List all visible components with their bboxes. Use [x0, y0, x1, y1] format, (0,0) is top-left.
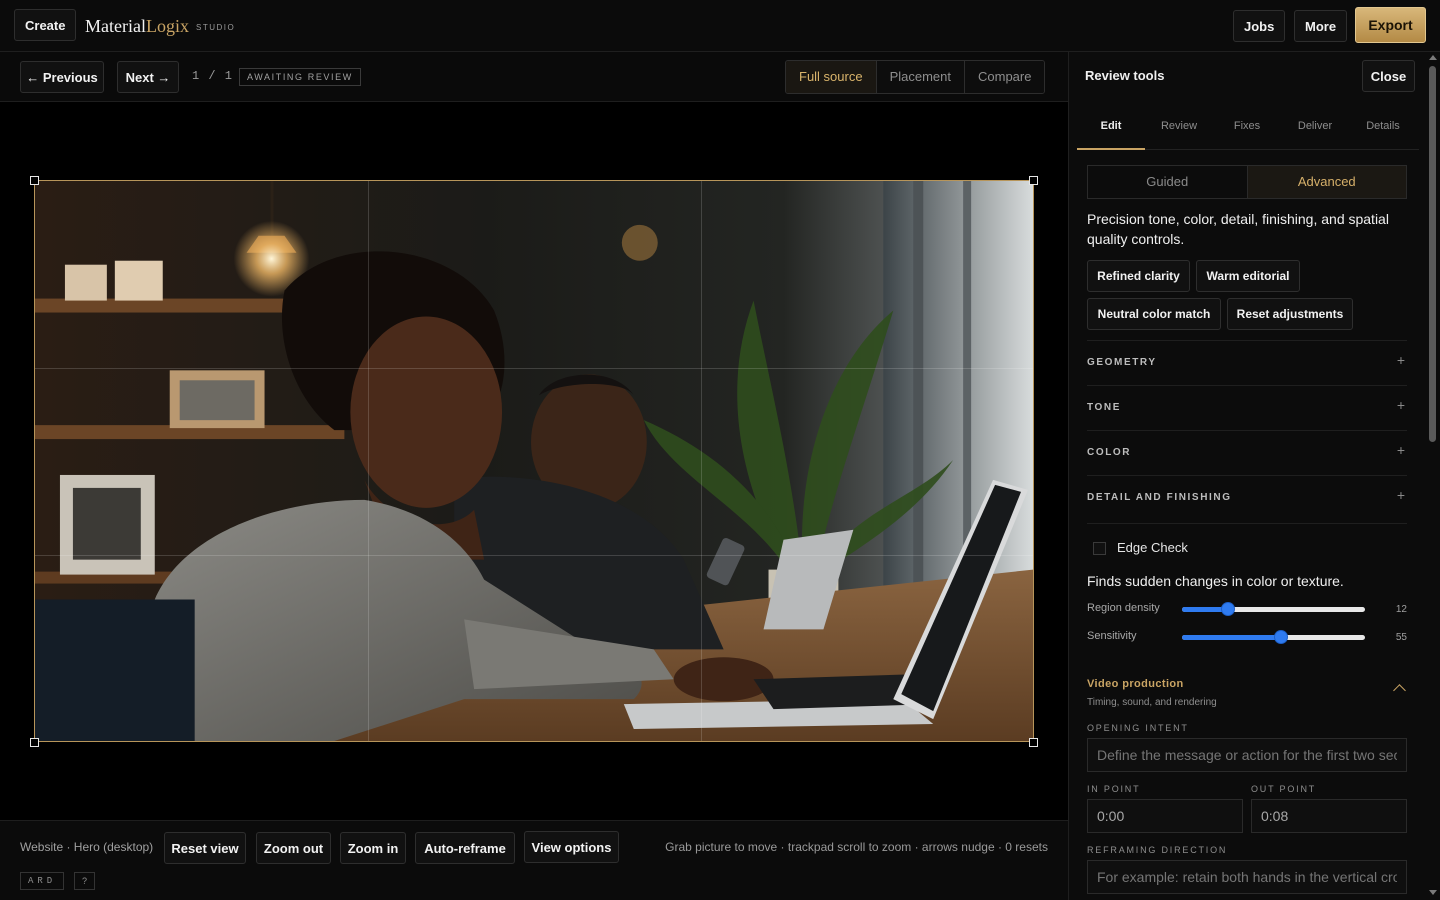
workspace: ← Previous Next → 1 / 1 AWAITING REVIEW … — [0, 52, 1068, 900]
opening-intent-label: OPENING INTENT — [1087, 723, 1189, 733]
brand-name: Material — [85, 16, 146, 36]
reset-view-button[interactable]: Reset view — [164, 832, 246, 864]
reframing-direction-label: REFRAMING DIRECTION — [1087, 845, 1228, 855]
slider-fill — [1182, 635, 1281, 640]
expand-icon: + — [1396, 352, 1405, 368]
section-label: DETAIL AND FINISHING — [1087, 492, 1232, 503]
region-density-slider[interactable] — [1182, 602, 1365, 616]
crop-handle-bottom-left[interactable] — [30, 738, 39, 747]
tab-review[interactable]: Review — [1145, 104, 1213, 149]
panel-title: Review tools — [1085, 68, 1165, 83]
chevron-up-icon[interactable] — [1393, 684, 1406, 697]
tab-placement[interactable]: Placement — [875, 61, 964, 93]
review-tools-panel: Review tools Close Edit Review Fixes Del… — [1068, 52, 1426, 900]
crop-handle-top-right[interactable] — [1029, 176, 1038, 185]
placement-label: Website · Hero (desktop) — [20, 840, 154, 854]
tab-edit[interactable]: Edit — [1077, 104, 1145, 150]
expand-icon: + — [1396, 487, 1405, 503]
mode-advanced[interactable]: Advanced — [1246, 166, 1406, 198]
more-button[interactable]: More — [1294, 10, 1348, 42]
section-color[interactable]: COLOR + — [1087, 430, 1407, 475]
grid-line-vertical — [368, 181, 369, 741]
tab-deliver[interactable]: Deliver — [1281, 104, 1349, 149]
crop-frame[interactable] — [34, 180, 1034, 742]
in-point-input[interactable] — [1087, 799, 1243, 833]
out-point-label: OUT POINT — [1251, 784, 1317, 794]
scrollbar[interactable] — [1426, 52, 1440, 900]
item-counter: 1 / 1 — [192, 69, 234, 83]
opening-intent-input[interactable] — [1087, 738, 1407, 772]
help-button[interactable]: ? — [74, 872, 95, 890]
video-production-title[interactable]: Video production — [1087, 678, 1184, 690]
grid-line-vertical — [701, 181, 702, 741]
edge-check-description: Finds sudden changes in color or texture… — [1087, 573, 1344, 589]
close-button[interactable]: Close — [1362, 60, 1415, 92]
zoom-in-button[interactable]: Zoom in — [340, 832, 406, 864]
section-label: COLOR — [1087, 447, 1132, 458]
crop-handle-bottom-right[interactable] — [1029, 738, 1038, 747]
brand-name-accent: Logix — [145, 16, 189, 36]
region-density-label: Region density — [1087, 602, 1160, 614]
tab-fixes[interactable]: Fixes — [1213, 104, 1281, 149]
status-badge: AWAITING REVIEW — [239, 68, 361, 86]
sensitivity-label: Sensitivity — [1087, 630, 1137, 642]
keyboard-shortcuts[interactable]: ARD — [20, 872, 65, 890]
view-options-button[interactable]: View options — [524, 831, 619, 863]
auto-reframe-button[interactable]: Auto-reframe — [415, 832, 515, 864]
region-density-value: 12 — [1395, 604, 1407, 615]
scrollbar-thumb[interactable] — [1429, 66, 1436, 442]
out-point-input[interactable] — [1251, 799, 1407, 833]
interaction-hint: Grab picture to move · trackpad scroll t… — [665, 840, 1048, 854]
mode-guided[interactable]: Guided — [1088, 166, 1247, 198]
expand-icon: + — [1396, 397, 1405, 413]
export-button[interactable]: Export — [1355, 7, 1426, 43]
brand-logo: MaterialLogix STUDIO — [85, 16, 235, 37]
zoom-out-button[interactable]: Zoom out — [256, 832, 331, 864]
section-detail-and-finishing[interactable]: DETAIL AND FINISHING + — [1087, 475, 1407, 520]
canvas-toolbar: Website · Hero (desktop) Reset view Zoom… — [0, 820, 1068, 900]
section-label: TONE — [1087, 402, 1121, 413]
panel-description: Precision tone, color, detail, finishing… — [1087, 211, 1389, 247]
slider-thumb[interactable] — [1273, 630, 1288, 644]
expand-icon: + — [1396, 442, 1405, 458]
tab-details[interactable]: Details — [1349, 104, 1417, 149]
preset-neutral-color-match-button[interactable]: Neutral color match — [1087, 298, 1221, 330]
slider-thumb[interactable] — [1220, 602, 1235, 616]
section-tone[interactable]: TONE + — [1087, 385, 1407, 430]
panel-tabs: Edit Review Fixes Deliver Details — [1077, 104, 1419, 150]
view-mode-tabs: Full source Placement Compare — [785, 60, 1046, 94]
source-photo[interactable] — [35, 181, 1033, 741]
preset-warm-editorial-button[interactable]: Warm editorial — [1196, 260, 1300, 292]
reset-adjustments-button[interactable]: Reset adjustments — [1227, 298, 1353, 330]
reframing-direction-input[interactable] — [1087, 860, 1407, 894]
jobs-button[interactable]: Jobs — [1233, 10, 1286, 42]
scroll-down-arrow-icon[interactable] — [1429, 890, 1437, 895]
previous-button[interactable]: ← Previous — [20, 61, 104, 93]
crop-handle-top-left[interactable] — [30, 176, 39, 185]
divider — [1087, 523, 1407, 524]
navigation-bar: ← Previous Next → 1 / 1 AWAITING REVIEW … — [0, 52, 1068, 102]
video-production-subtitle: Timing, sound, and rendering — [1087, 697, 1217, 708]
brand-studio-tag: STUDIO — [195, 23, 236, 32]
scroll-up-arrow-icon[interactable] — [1429, 55, 1437, 60]
tab-full-source[interactable]: Full source — [786, 61, 876, 93]
mode-toggle: Guided Advanced — [1087, 165, 1407, 199]
top-bar: Create MaterialLogix STUDIO Jobs More Exp… — [0, 0, 1440, 52]
in-point-label: IN POINT — [1087, 784, 1141, 794]
next-button[interactable]: Next → — [117, 61, 179, 93]
grid-line-horizontal — [35, 368, 1033, 369]
sensitivity-slider[interactable] — [1182, 630, 1365, 644]
grid-line-horizontal — [35, 555, 1033, 556]
sensitivity-value: 55 — [1395, 632, 1407, 643]
preset-refined-clarity-button[interactable]: Refined clarity — [1087, 260, 1190, 292]
section-geometry[interactable]: GEOMETRY + — [1087, 340, 1407, 385]
section-label: GEOMETRY — [1087, 357, 1157, 368]
edge-check-label[interactable]: Edge Check — [1117, 540, 1188, 555]
edge-check-checkbox[interactable] — [1093, 542, 1106, 555]
create-button[interactable]: Create — [14, 9, 77, 41]
tab-compare[interactable]: Compare — [964, 61, 1045, 93]
